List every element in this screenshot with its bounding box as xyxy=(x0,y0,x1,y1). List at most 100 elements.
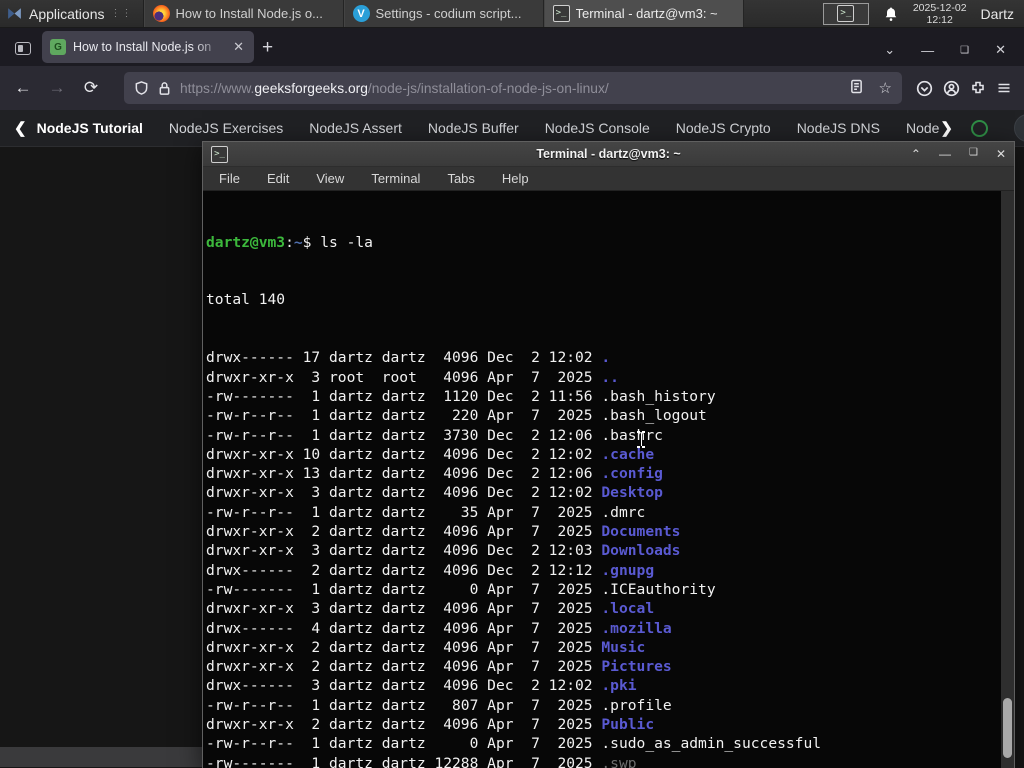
applications-label: Applications xyxy=(29,5,105,22)
ls-line: drwxr-xr-x 3 root root 4096 Apr 7 2025 .… xyxy=(206,368,619,386)
reload-button[interactable]: ⟳ xyxy=(76,73,106,103)
prompt-path: ~ xyxy=(293,233,303,251)
notification-bell-icon[interactable] xyxy=(883,6,899,22)
taskbar-window-codium[interactable]: V Settings - codium script... xyxy=(343,0,544,27)
terminal-icon: >_ xyxy=(552,5,570,22)
nav-link[interactable]: NodeJS Exercises xyxy=(169,120,283,136)
terminal-content[interactable]: dartz@vm3:~$ ls -la total 140 drwx------… xyxy=(203,191,1014,768)
ls-line: -rw-r--r-- 1 dartz dartz 35 Apr 7 2025 .… xyxy=(206,503,646,521)
terminal-maximize-button[interactable]: ❑ xyxy=(969,147,978,161)
ls-output: drwx------ 17 dartz dartz 4096 Dec 2 12:… xyxy=(206,348,1014,768)
codium-icon: V xyxy=(352,5,370,22)
menu-hamburger-icon[interactable] xyxy=(996,80,1012,96)
file-name: Documents xyxy=(601,523,681,541)
terminal-window: >_ Terminal - dartz@vm3: ~ ⌃ — ❑ ✕ File … xyxy=(202,141,1015,768)
ls-line: -rw-r--r-- 1 dartz dartz 0 Apr 7 2025 .s… xyxy=(206,735,822,753)
ls-line: drwxr-xr-x 2 dartz dartz 4096 Apr 7 2025… xyxy=(206,716,655,734)
ls-line: drwxr-xr-x 3 dartz dartz 4096 Dec 2 12:0… xyxy=(206,484,663,502)
terminal-titlebar[interactable]: >_ Terminal - dartz@vm3: ~ ⌃ — ❑ ✕ xyxy=(203,142,1014,167)
nav-link[interactable]: NodeJS DNS xyxy=(797,120,880,136)
prompt-user-host: dartz@vm3 xyxy=(206,233,286,251)
window-close-button[interactable]: ✕ xyxy=(995,42,1006,58)
reader-view-icon[interactable] xyxy=(850,79,863,94)
lock-icon xyxy=(159,81,170,95)
account-icon[interactable] xyxy=(943,80,960,97)
menu-terminal[interactable]: Terminal xyxy=(371,171,420,186)
nav-link[interactable]: NodeJS Buffer xyxy=(428,120,519,136)
url-text[interactable]: https://www.geeksforgeeks.org/node-js/in… xyxy=(180,81,841,96)
ls-line: drwxr-xr-x 10 dartz dartz 4096 Dec 2 12:… xyxy=(206,445,655,463)
file-name: .gnupg xyxy=(601,561,655,579)
ls-line: -rw------- 1 dartz dartz 12288 Apr 7 202… xyxy=(206,754,1014,768)
ls-line: drwxr-xr-x 2 dartz dartz 4096 Apr 7 2025… xyxy=(206,523,681,541)
applications-menu-button[interactable]: Applications ⋮⋮ xyxy=(0,0,143,27)
clock-date: 2025-12-02 xyxy=(912,1,967,14)
menu-tabs[interactable]: Tabs xyxy=(447,171,474,186)
nav-link-tutorial[interactable]: NodeJS Tutorial xyxy=(37,120,143,136)
file-name: Desktop xyxy=(601,484,663,502)
nav-link[interactable]: NodeJS Crypto xyxy=(676,120,771,136)
terminal-shade-button[interactable]: ⌃ xyxy=(911,147,921,161)
taskbar-window-terminal[interactable]: >_ Terminal - dartz@vm3: ~ xyxy=(543,0,744,27)
ls-line: drwxr-xr-x 13 dartz dartz 4096 Dec 2 12:… xyxy=(206,465,663,483)
tracking-shield-icon[interactable] xyxy=(134,80,149,96)
extensions-icon[interactable] xyxy=(970,80,986,96)
nav-link[interactable]: NodeJS Console xyxy=(545,120,650,136)
firefox-icon xyxy=(152,5,170,22)
pocket-icon[interactable] xyxy=(916,80,933,97)
file-name: Public xyxy=(601,716,655,734)
ls-line: drwxr-xr-x 2 dartz dartz 4096 Apr 7 2025… xyxy=(206,658,672,676)
nav-link[interactable]: NodeJS Assert xyxy=(309,120,402,136)
terminal-close-button[interactable]: ✕ xyxy=(996,147,1006,161)
terminal-minimize-button[interactable]: — xyxy=(939,147,951,161)
nav-scroll-left-icon[interactable]: ❮ xyxy=(14,119,27,137)
navigation-toolbar: ← → ⟳ https://www.geeksforgeeks.org/node… xyxy=(0,66,1024,110)
file-name: .config xyxy=(601,465,663,483)
user-menu[interactable]: Dartz xyxy=(981,6,1014,22)
ls-line: drwxr-xr-x 3 dartz dartz 4096 Apr 7 2025… xyxy=(206,600,655,618)
file-name: .ICEauthority xyxy=(601,580,716,598)
file-name: .local xyxy=(601,600,655,618)
firefox-view-button[interactable] xyxy=(10,35,36,61)
tab-active[interactable]: G How to Install Node.js on ✕ xyxy=(42,31,254,63)
back-button[interactable]: ← xyxy=(8,73,38,103)
menu-help[interactable]: Help xyxy=(502,171,529,186)
terminal-scrollbar[interactable] xyxy=(1001,191,1014,768)
url-bar[interactable]: https://www.geeksforgeeks.org/node-js/in… xyxy=(124,72,902,104)
file-name: Downloads xyxy=(601,542,681,560)
list-tabs-chevron-icon[interactable]: ⌄ xyxy=(884,42,895,58)
forward-button[interactable]: → xyxy=(42,73,72,103)
terminal-title: Terminal - dartz@vm3: ~ xyxy=(536,147,681,161)
new-tab-button[interactable]: + xyxy=(262,37,273,59)
sign-in-button[interactable]: Sign In xyxy=(1014,114,1024,142)
menu-view[interactable]: View xyxy=(316,171,344,186)
ls-line: drwxr-xr-x 3 dartz dartz 4096 Dec 2 12:0… xyxy=(206,542,681,560)
search-icon[interactable] xyxy=(971,119,988,137)
url-host: geeksforgeeks.org xyxy=(254,80,368,96)
ls-line: -rw------- 1 dartz dartz 0 Apr 7 2025 .I… xyxy=(206,580,716,598)
gfg-favicon-icon: G xyxy=(50,39,66,55)
file-name: .bashrc xyxy=(601,426,663,444)
command-text: ls -la xyxy=(320,233,373,251)
file-name: .sudo_as_admin_successful xyxy=(601,735,822,753)
taskbar-window-label: How to Install Node.js o... xyxy=(175,6,323,21)
terminal-titlebar-icon: >_ xyxy=(211,145,228,163)
ls-line: -rw-r--r-- 1 dartz dartz 3730 Dec 2 12:0… xyxy=(206,426,663,444)
nav-scroll-right-icon[interactable]: ❯ xyxy=(940,119,953,137)
clock[interactable]: 2025-12-02 12:12 xyxy=(913,2,967,26)
ls-line: drwx------ 4 dartz dartz 4096 Apr 7 2025… xyxy=(206,619,672,637)
prompt-line: dartz@vm3:~$ ls -la xyxy=(206,233,373,251)
nav-link-overflow[interactable]: Node ❯ xyxy=(906,119,953,137)
ls-line: drwx------ 3 dartz dartz 4096 Dec 2 12:0… xyxy=(206,677,637,695)
taskbar-window-label: Settings - codium script... xyxy=(375,6,522,21)
bookmark-star-icon[interactable]: ☆ xyxy=(879,79,892,97)
menu-file[interactable]: File xyxy=(219,171,240,186)
window-maximize-button[interactable]: ❑ xyxy=(960,45,969,56)
terminal-scrollbar-thumb[interactable] xyxy=(1003,698,1012,758)
window-minimize-button[interactable]: — xyxy=(921,43,934,58)
file-name: Pictures xyxy=(601,658,672,676)
tab-close-icon[interactable]: ✕ xyxy=(231,39,246,55)
workspace-pager[interactable]: >_ xyxy=(822,2,869,25)
menu-edit[interactable]: Edit xyxy=(267,171,289,186)
taskbar-window-firefox[interactable]: How to Install Node.js o... xyxy=(143,0,344,27)
